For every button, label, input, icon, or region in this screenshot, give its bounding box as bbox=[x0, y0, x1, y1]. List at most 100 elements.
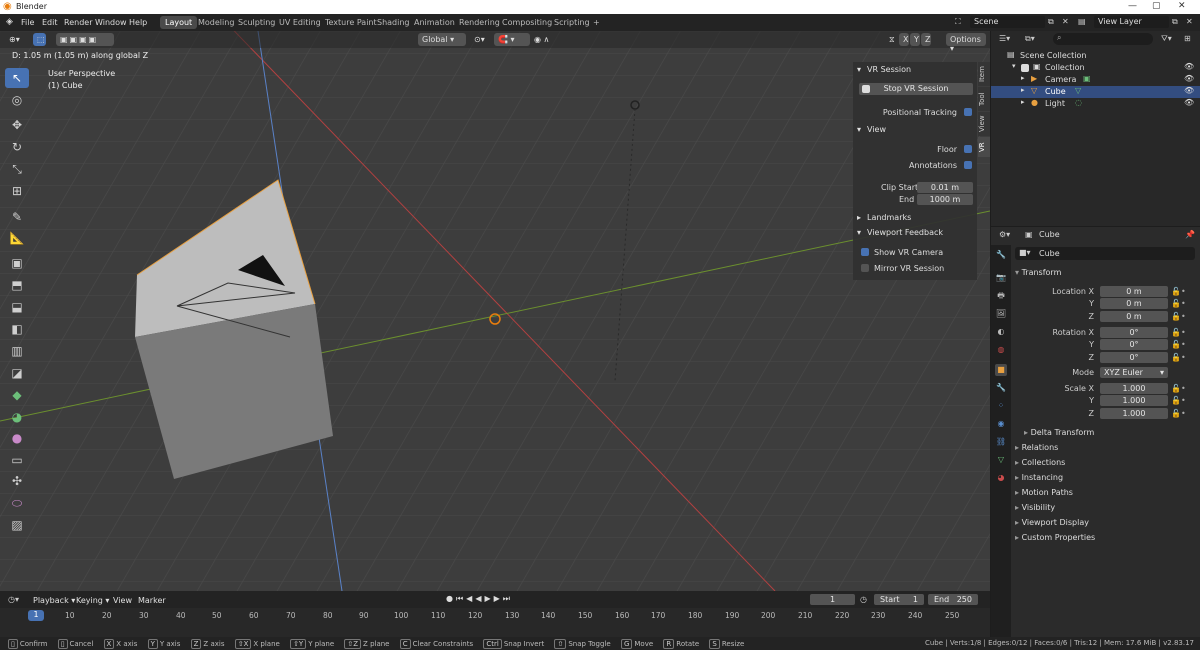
close-button[interactable]: ✕ bbox=[1178, 1, 1186, 11]
scale-y-field[interactable]: 1.000 bbox=[1100, 395, 1168, 406]
new-collection-icon[interactable]: ⊞ bbox=[1184, 34, 1191, 43]
visibility-eye-icon[interactable]: 👁 bbox=[1184, 62, 1194, 71]
lock-icon[interactable]: 🔓• bbox=[1171, 299, 1186, 308]
lock-icon[interactable]: 🔓• bbox=[1171, 328, 1186, 337]
outliner-search-input[interactable]: ⌕ bbox=[1053, 33, 1153, 45]
playback-controls[interactable]: ●⏮◀◀▶▶⏭ bbox=[446, 594, 530, 606]
delta-transform-subpanel[interactable]: Delta Transform bbox=[1024, 428, 1095, 437]
blender-menu-icon[interactable]: ◈ bbox=[6, 17, 13, 27]
outliner-collection[interactable]: ▾ ▣ Collection 👁 bbox=[991, 62, 1200, 74]
smooth-tool-icon[interactable]: ● bbox=[5, 428, 29, 448]
edge-slide-tool-icon[interactable]: ▭ bbox=[5, 450, 29, 470]
viewport-display-panel[interactable]: Viewport Display bbox=[1015, 518, 1089, 527]
spin-tool-icon[interactable]: ◕ bbox=[5, 407, 29, 427]
stop-vr-session-button[interactable]: Stop VR Session bbox=[859, 83, 973, 95]
timeline-editor-icon[interactable]: ◷▾ bbox=[8, 595, 19, 604]
vr-session-header[interactable]: VR Session bbox=[853, 65, 977, 79]
cursor-tool-icon[interactable]: ◎ bbox=[5, 90, 29, 110]
particles-tab-icon[interactable]: ⁘ bbox=[995, 400, 1007, 412]
poly-build-tool-icon[interactable]: ◆ bbox=[5, 385, 29, 405]
transform-header[interactable]: ▾ Transform bbox=[1015, 268, 1061, 277]
lock-icon[interactable]: 🔓• bbox=[1171, 340, 1186, 349]
outliner-editor-icon[interactable]: ☰▾ bbox=[999, 34, 1010, 43]
workspace-tab-animation[interactable]: Animation bbox=[409, 16, 460, 29]
rotation-x-field[interactable]: 0° bbox=[1100, 327, 1168, 338]
workspace-tab-layout[interactable]: Layout bbox=[160, 16, 198, 29]
tab-tool[interactable]: Tool bbox=[978, 87, 990, 111]
rotate-tool-icon[interactable]: ↻ bbox=[5, 137, 29, 157]
visibility-eye-icon[interactable]: 👁 bbox=[1184, 98, 1194, 107]
transform-tool-icon[interactable]: ⊞ bbox=[5, 181, 29, 201]
view-header[interactable]: View bbox=[853, 125, 977, 139]
add-cube-tool-icon[interactable]: ▣ bbox=[5, 253, 29, 273]
landmarks-header[interactable]: Landmarks bbox=[853, 213, 977, 227]
outliner-item-cube[interactable]: ▸ ▽ Cube ▽ 👁 bbox=[991, 86, 1200, 98]
data-tab-icon[interactable]: ▽ bbox=[995, 454, 1007, 466]
tab-item[interactable]: Item bbox=[978, 62, 990, 86]
visibility-panel[interactable]: Visibility bbox=[1015, 503, 1056, 512]
collections-panel[interactable]: Collections bbox=[1015, 458, 1066, 467]
3d-viewport[interactable] bbox=[0, 31, 990, 591]
view-layer-tab-icon[interactable]: 🖼 bbox=[995, 308, 1007, 320]
annotate-tool-icon[interactable]: ✎ bbox=[5, 207, 29, 227]
outliner-item-light[interactable]: ▸ ● Light ◌ 👁 bbox=[991, 98, 1200, 110]
constraints-tab-icon[interactable]: ⛓ bbox=[995, 436, 1007, 448]
scene-selector[interactable]: Scene bbox=[970, 16, 1045, 28]
end-frame-field[interactable]: End 250 bbox=[928, 594, 978, 605]
extrude-tool-icon[interactable]: ⬒ bbox=[5, 275, 29, 295]
instancing-panel[interactable]: Instancing bbox=[1015, 473, 1063, 482]
shrink-fatten-tool-icon[interactable]: ✣ bbox=[5, 471, 29, 491]
mirror-x-toggle[interactable]: X bbox=[899, 33, 909, 46]
clip-end-field[interactable]: 1000 m bbox=[917, 194, 973, 205]
proportional-editing-icon[interactable]: ◉ ∧ bbox=[530, 33, 558, 46]
object-name-field[interactable]: ■▾ Cube bbox=[1015, 247, 1195, 260]
location-z-field[interactable]: 0 m bbox=[1100, 311, 1168, 322]
mirror-icon[interactable]: ⧖ bbox=[885, 33, 899, 46]
output-tab-icon[interactable]: 🖶 bbox=[995, 290, 1007, 302]
tab-view[interactable]: View bbox=[978, 112, 990, 136]
rotation-z-field[interactable]: 0° bbox=[1100, 352, 1168, 363]
physics-tab-icon[interactable]: ◉ bbox=[995, 418, 1007, 430]
delete-view-layer-icon[interactable]: ✕ bbox=[1186, 17, 1193, 26]
outliner-scene-collection[interactable]: ▤ Scene Collection bbox=[991, 50, 1200, 62]
knife-tool-icon[interactable]: ◪ bbox=[5, 363, 29, 383]
options-dropdown[interactable]: Options ▾ bbox=[946, 33, 986, 53]
lock-icon[interactable]: 🔓• bbox=[1171, 396, 1186, 405]
lock-icon[interactable]: 🔓• bbox=[1171, 312, 1186, 321]
floor-checkbox[interactable] bbox=[964, 145, 972, 153]
object-tab-icon[interactable]: ■ bbox=[995, 364, 1007, 376]
start-frame-field[interactable]: Start 1 bbox=[874, 594, 924, 605]
viewport-feedback-header[interactable]: Viewport Feedback bbox=[853, 228, 977, 242]
clip-start-field[interactable]: 0.01 m bbox=[917, 182, 973, 193]
new-scene-icon[interactable]: ⧉ bbox=[1048, 17, 1054, 27]
playback-menu[interactable]: Playback ▾ bbox=[33, 596, 75, 605]
shear-tool-icon[interactable]: ⬭ bbox=[5, 493, 29, 513]
display-mode-icon[interactable]: ⧉▾ bbox=[1025, 34, 1035, 44]
visibility-eye-icon[interactable]: 👁 bbox=[1184, 86, 1194, 95]
pin-icon[interactable]: 📌 bbox=[1185, 230, 1195, 239]
scale-tool-icon[interactable]: ⤡ bbox=[5, 159, 29, 179]
loop-cut-tool-icon[interactable]: ▥ bbox=[5, 341, 29, 361]
current-frame-field[interactable]: 1 bbox=[810, 594, 855, 605]
scale-z-field[interactable]: 1.000 bbox=[1100, 408, 1168, 419]
modifiers-tab-icon[interactable]: 🔧 bbox=[995, 382, 1007, 394]
menu-edit[interactable]: Edit bbox=[42, 18, 58, 27]
render-tab-icon[interactable]: 📷 bbox=[995, 272, 1007, 284]
light-data-icon[interactable]: ◌ bbox=[1075, 98, 1082, 107]
rotation-y-field[interactable]: 0° bbox=[1100, 339, 1168, 350]
location-y-field[interactable]: 0 m bbox=[1100, 298, 1168, 309]
playhead[interactable]: 1 bbox=[28, 610, 44, 621]
show-vr-camera-checkbox[interactable] bbox=[861, 248, 869, 256]
pivot-icon[interactable]: ⊙▾ bbox=[470, 33, 492, 46]
location-x-field[interactable]: 0 m bbox=[1100, 286, 1168, 297]
clock-icon[interactable]: ◷ bbox=[860, 595, 867, 604]
add-workspace-button[interactable]: + bbox=[588, 16, 605, 29]
collection-checkbox[interactable] bbox=[1021, 64, 1029, 72]
expand-icon[interactable]: ▾ bbox=[1012, 62, 1016, 70]
rotation-mode-dropdown[interactable]: XYZ Euler ▾ bbox=[1100, 367, 1168, 378]
new-view-layer-icon[interactable]: ⧉ bbox=[1172, 17, 1178, 27]
expand-icon[interactable]: ▸ bbox=[1021, 74, 1025, 82]
selection-mode-buttons[interactable]: ▣▣▣▣ bbox=[56, 33, 114, 46]
menu-help[interactable]: Help bbox=[129, 18, 147, 27]
outliner-item-camera[interactable]: ▸ ▶ Camera ▣ 👁 bbox=[991, 74, 1200, 86]
